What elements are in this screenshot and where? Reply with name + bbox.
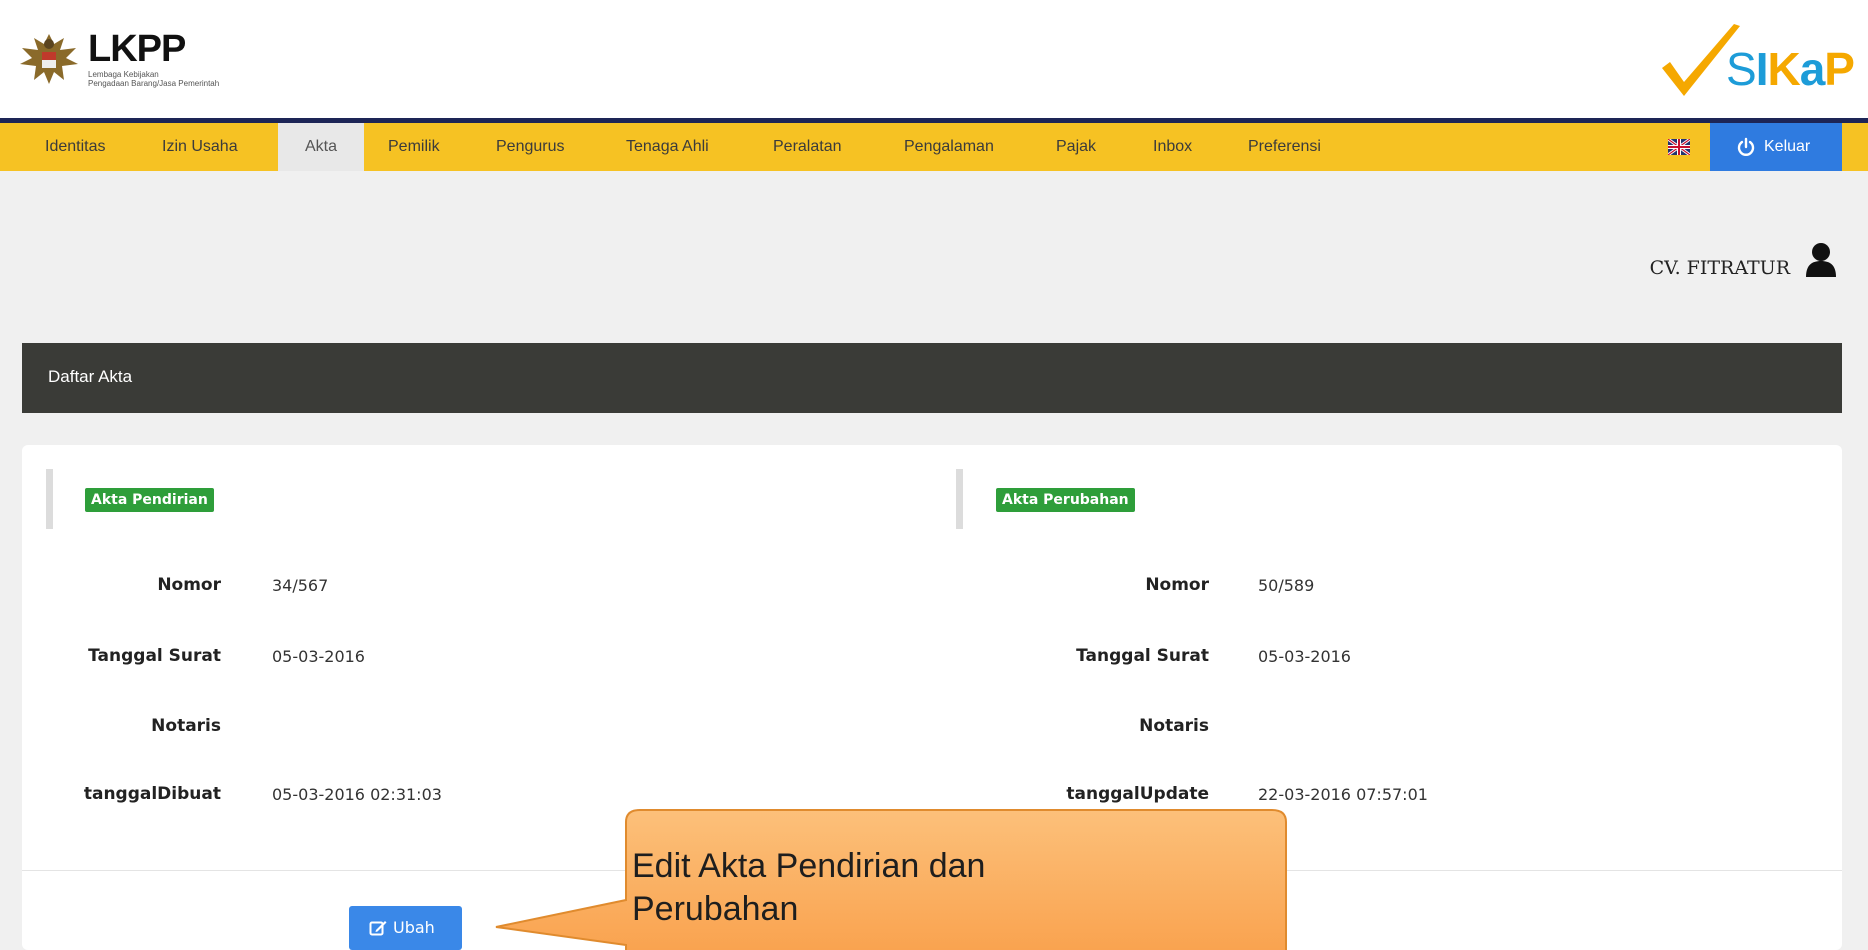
sikap-logo[interactable]: SIKaP [1654, 22, 1855, 102]
lkpp-subtitle-line-2: Pengadaan Barang/Jasa Pemerintah [88, 79, 220, 88]
value-tanggal-surat-perubahan: 05-03-2016 [1258, 647, 1351, 666]
nav-item-preferensi[interactable]: Preferensi [1248, 123, 1321, 171]
nav-item-akta[interactable]: Akta [278, 123, 364, 171]
callout-line-2: Perubahan [632, 890, 799, 928]
garuda-emblem-icon [20, 34, 78, 84]
label-notaris-perubahan: Notaris [1139, 716, 1209, 736]
user-icon[interactable] [1804, 241, 1838, 277]
edit-button-label: Ubah [393, 918, 435, 937]
column-bar-perubahan [956, 469, 963, 529]
nav-item-pajak[interactable]: Pajak [1056, 123, 1096, 171]
header: LKPP Lembaga Kebijakan Pengadaan Barang/… [0, 0, 1868, 118]
value-tanggal-update: 22-03-2016 07:57:01 [1258, 785, 1428, 804]
nav-item-pengalaman[interactable]: Pengalaman [904, 123, 994, 171]
nav-item-peralatan[interactable]: Peralatan [773, 123, 842, 171]
badge-akta-perubahan: Akta Perubahan [996, 488, 1135, 512]
label-tanggal-surat-perubahan: Tanggal Surat [1076, 646, 1209, 666]
uk-flag-icon[interactable] [1668, 139, 1690, 155]
callout-line-1: Edit Akta Pendirian dan [632, 847, 986, 885]
label-nomor-perubahan: Nomor [1145, 575, 1209, 595]
lkpp-logo[interactable]: LKPP Lembaga Kebijakan Pengadaan Barang/… [18, 28, 238, 90]
company-name: CV. FITRATUR [1649, 257, 1790, 279]
panel-title: Daftar Akta [48, 367, 133, 386]
value-nomor-pendirian: 34/567 [272, 576, 329, 595]
badge-akta-pendirian: Akta Pendirian [85, 488, 214, 512]
label-tanggal-update: tanggalUpdate [1066, 784, 1209, 804]
label-tanggal-dibuat: tanggalDibuat [83, 784, 221, 804]
nav-item-inbox[interactable]: Inbox [1153, 123, 1192, 171]
lkpp-subtitle: Lembaga Kebijakan Pengadaan Barang/Jasa … [88, 70, 248, 88]
edit-icon [369, 921, 387, 936]
nav-item-pengurus[interactable]: Pengurus [496, 123, 565, 171]
value-nomor-perubahan: 50/589 [1258, 576, 1315, 595]
nav-item-pemilik[interactable]: Pemilik [388, 123, 440, 171]
lkpp-subtitle-line-1: Lembaga Kebijakan [88, 70, 159, 79]
label-nomor-pendirian: Nomor [157, 575, 221, 595]
column-bar-pendirian [46, 469, 53, 529]
label-tanggal-surat-pendirian: Tanggal Surat [88, 646, 221, 666]
lkpp-brand: LKPP [88, 28, 186, 70]
value-tanggal-dibuat: 05-03-2016 02:31:03 [272, 785, 442, 804]
edit-akta-button[interactable]: Ubah [349, 906, 462, 950]
logout-button[interactable]: Keluar [1710, 123, 1842, 171]
main-navbar: Identitas Izin Usaha Akta Pemilik Pengur… [0, 123, 1868, 171]
nav-item-tenaga-ahli[interactable]: Tenaga Ahli [626, 123, 709, 171]
label-notaris-pendirian: Notaris [151, 716, 221, 736]
callout-text: Edit Akta Pendirian dan Perubahan [632, 845, 1272, 931]
sikap-brand: SIKaP [1726, 43, 1855, 95]
power-icon [1737, 137, 1755, 156]
logout-label: Keluar [1764, 138, 1811, 155]
nav-item-izin-usaha[interactable]: Izin Usaha [162, 123, 238, 171]
value-tanggal-surat-pendirian: 05-03-2016 [272, 647, 365, 666]
nav-item-identitas[interactable]: Identitas [45, 123, 105, 171]
panel-heading: Daftar Akta [22, 343, 1842, 413]
